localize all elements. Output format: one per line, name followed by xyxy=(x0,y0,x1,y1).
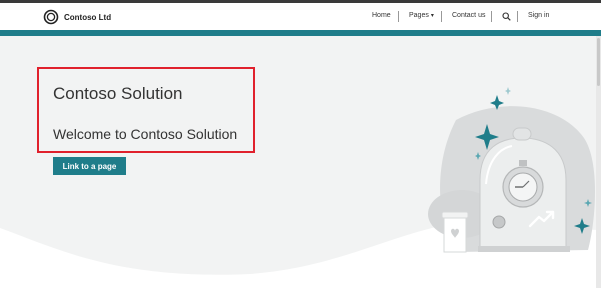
scrollbar-thumb[interactable] xyxy=(597,38,600,86)
link-to-page-button[interactable]: Link to a page xyxy=(53,157,126,175)
page-subtitle: Welcome to Contoso Solution xyxy=(53,126,238,142)
page-title: Contoso Solution xyxy=(53,84,183,103)
